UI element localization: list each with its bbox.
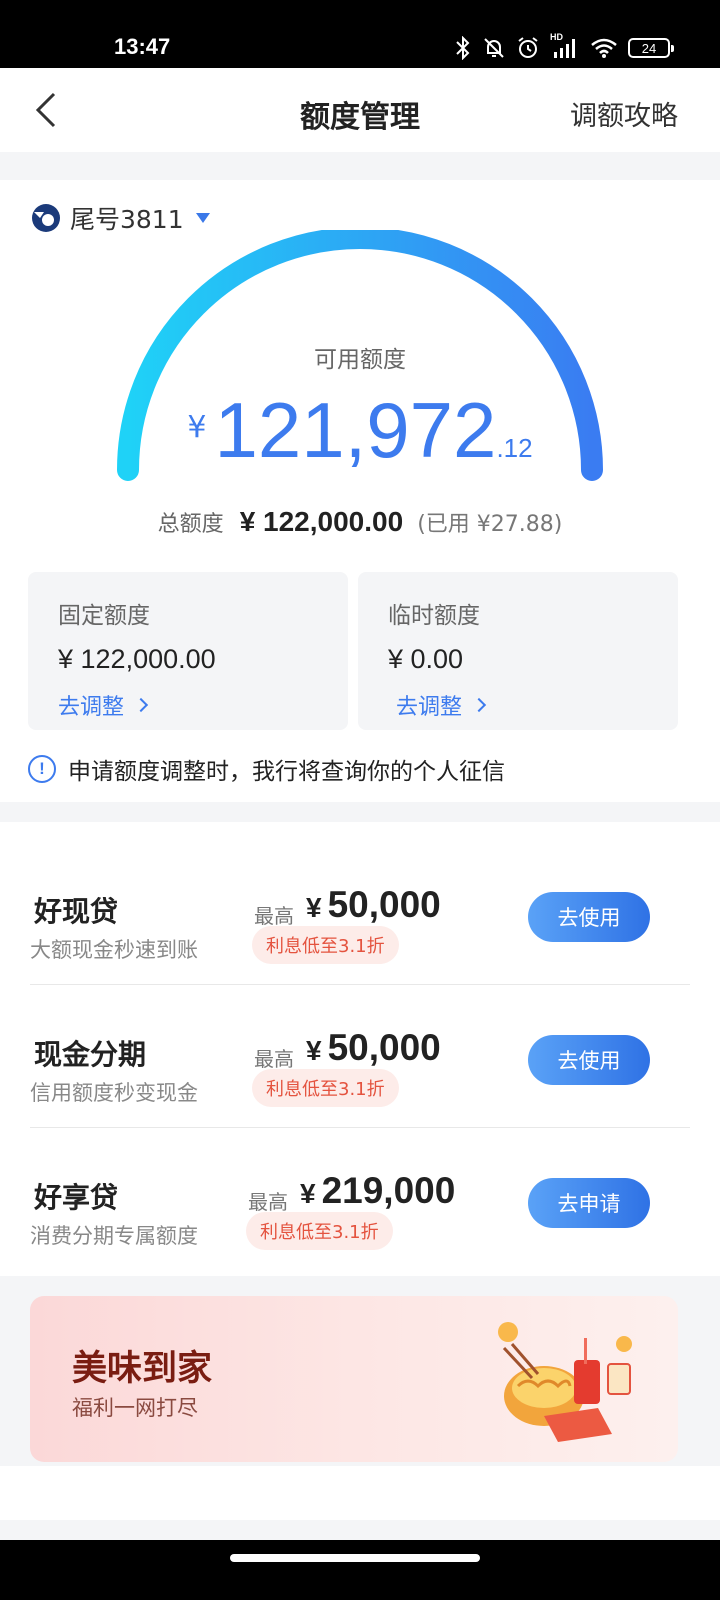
available-decimal: .12 [496,433,533,463]
loan-max-label: 最高 [254,1047,294,1071]
fixed-quota-value: ¥ 122,000.00 [58,644,216,674]
credit-notice-text: 申请额度调整时，我行将查询你的个人征信 [68,759,505,785]
loan-item: 好现贷 大额现金秒速到账 最高 ¥50,000 利息低至3.1折 去使用 [0,842,720,985]
loan-desc: 消费分期专属额度 [30,1224,198,1248]
bank-logo-icon [32,204,60,232]
loan-name: 好享贷 [34,1181,119,1214]
info-icon: ! [28,755,56,783]
loan-desc: 信用额度秒变现金 [30,1081,198,1105]
food-illustration-icon [498,1322,632,1442]
status-time: 13:47 [114,34,171,59]
temp-quota-value: ¥ 0.00 [388,644,464,674]
loan-name: 现金分期 [34,1038,147,1071]
total-quota-value: ¥ 122,000.00 [239,506,404,537]
used-amount: (已用 ¥27.88) [417,512,563,537]
loan-max-label: 最高 [248,1190,288,1214]
chevron-right-icon [471,697,487,713]
status-icons: HD 24 [454,32,674,60]
credit-notice: ! 申请额度调整时，我行将查询你的个人征信 [28,752,505,786]
temp-quota-adjust-link[interactable]: 去调整 [396,689,678,721]
temp-quota-box: 临时额度 ¥ 0.00 去调整 [358,572,678,730]
banner-subtitle: 福利一网打尽 [72,1396,198,1420]
loan-item: 现金分期 信用额度秒变现金 最高 ¥50,000 利息低至3.1折 去使用 [0,985,720,1128]
bottom-spacer [0,1466,720,1520]
bluetooth-icon [456,36,470,60]
fixed-quota-box: 固定额度 ¥ 122,000.00 去调整 [28,572,348,730]
alarm-icon [518,37,538,58]
nav-bar: 额度管理 调额攻略 [0,68,720,152]
loan-rate-badge: 利息低至3.1折 [246,1212,393,1250]
signal-icon: HD [550,32,580,60]
promo-banner[interactable]: 美味到家 福利一网打尽 [30,1296,678,1462]
temp-quota-title: 临时额度 [388,603,480,629]
gesture-bar [0,1540,720,1600]
banner-title: 美味到家 [72,1349,213,1389]
loan-item: 好享贷 消费分期专属额度 最高 ¥219,000 利息低至3.1折 去申请 [0,1128,720,1271]
loan-desc: 大额现金秒速到账 [30,938,198,962]
chevron-right-icon [133,697,149,713]
apply-button[interactable]: 去申请 [528,1178,650,1228]
loan-rate-badge: 利息低至3.1折 [252,1069,399,1107]
quota-guide-link[interactable]: 调额攻略 [570,94,678,133]
loan-max-value: ¥219,000 [300,1170,456,1211]
battery-icon: 24 [628,38,674,58]
fixed-quota-adjust-link[interactable]: 去调整 [58,689,348,721]
mute-bell-icon [484,38,504,58]
use-button[interactable]: 去使用 [528,892,650,942]
home-indicator[interactable] [230,1554,480,1562]
total-quota-label: 总额度 [157,512,224,537]
loan-max-value: ¥50,000 [306,884,441,925]
dropdown-triangle-icon [195,213,210,223]
loan-rate-badge: 利息低至3.1折 [252,926,399,964]
use-button[interactable]: 去使用 [528,1035,650,1085]
available-quota-label: 可用额度 [314,347,406,373]
available-integer: 121,972 [214,386,497,474]
available-quota-amount: ¥121,972.12 [0,385,720,476]
loan-max-value: ¥50,000 [306,1027,441,1068]
banner-section: 美味到家 福利一网打尽 [0,1276,720,1466]
wifi-icon [591,38,617,58]
status-bar: 13:47 HD 24 [0,0,720,68]
loan-products: 好现贷 大额现金秒速到账 最高 ¥50,000 利息低至3.1折 去使用 现金分… [0,822,720,1276]
quota-card: 尾号3811 可用额度 ¥121,972.12 总额度 ¥ 122,000.00(… [0,180,720,802]
loan-max-label: 最高 [254,904,294,928]
available-currency: ¥ [187,410,207,445]
total-quota: 总额度 ¥ 122,000.00 (已用 ¥27.88) [0,506,720,538]
loan-name: 好现贷 [34,895,119,928]
fixed-quota-title: 固定额度 [58,603,150,629]
